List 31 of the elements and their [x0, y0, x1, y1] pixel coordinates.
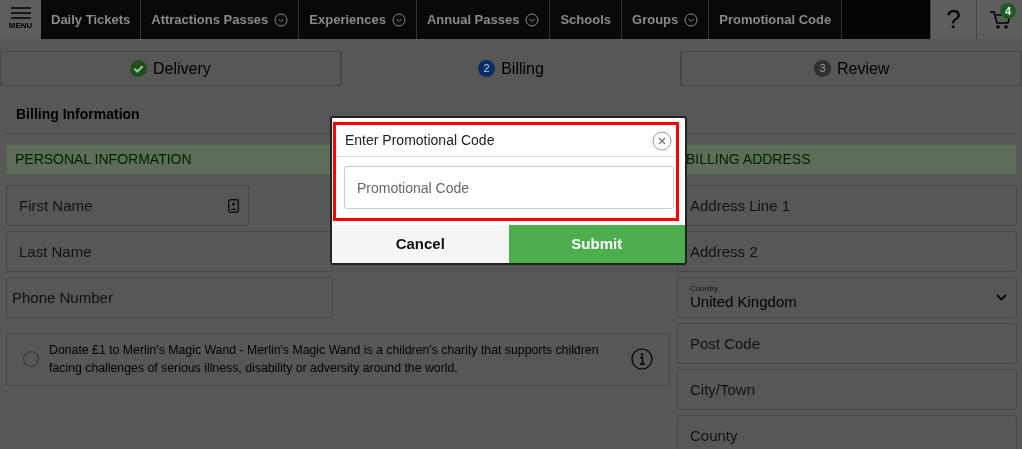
cart-icon — [988, 8, 1011, 31]
chevron-down-icon — [996, 294, 1007, 301]
menu-icon — [10, 7, 31, 19]
select-value: United Kingdom — [690, 293, 797, 311]
menu-button[interactable]: MENU — [0, 0, 41, 39]
checkout-step[interactable]: 2 Billing — [340, 51, 682, 86]
cancel-button[interactable]: Cancel — [332, 225, 509, 263]
input-field[interactable]: County — [677, 415, 1017, 449]
step-number: 3 — [813, 60, 831, 77]
step-number: 2 — [478, 60, 496, 77]
input-field[interactable]: Address 2 — [677, 231, 1017, 272]
input-field[interactable]: First Name — [6, 185, 249, 226]
input-field[interactable]: Post Code — [677, 323, 1017, 364]
section-title: Billing Information — [16, 105, 140, 124]
checkout-step[interactable]: 3 Review — [681, 51, 1022, 86]
input-field[interactable]: Phone Number — [6, 277, 333, 318]
step-label: Review — [836, 58, 890, 79]
info-icon[interactable] — [631, 348, 653, 371]
donation-text: Donate £1 to Merlin's Magic Wand - Merlin's Magic Wand is a children's charity that supports children facing challenges of serious illness, disability or adversity around the world. — [49, 342, 600, 378]
radio-button[interactable] — [23, 351, 39, 368]
contact-card-icon[interactable] — [228, 199, 239, 213]
dialog-title: Enter Promotional Code — [345, 131, 495, 150]
cart-button[interactable]: 4 — [976, 0, 1022, 39]
close-icon[interactable] — [652, 130, 672, 151]
step-label: Billing — [501, 58, 544, 79]
help-button[interactable]: ? — [930, 0, 976, 39]
section-heading: PERSONAL INFORMATION — [6, 144, 333, 175]
input-field[interactable]: City/Town — [677, 369, 1017, 410]
cart-count-badge: 4 — [1000, 3, 1016, 19]
input-field[interactable]: Last Name — [6, 231, 333, 272]
step-label: Delivery — [152, 58, 211, 79]
